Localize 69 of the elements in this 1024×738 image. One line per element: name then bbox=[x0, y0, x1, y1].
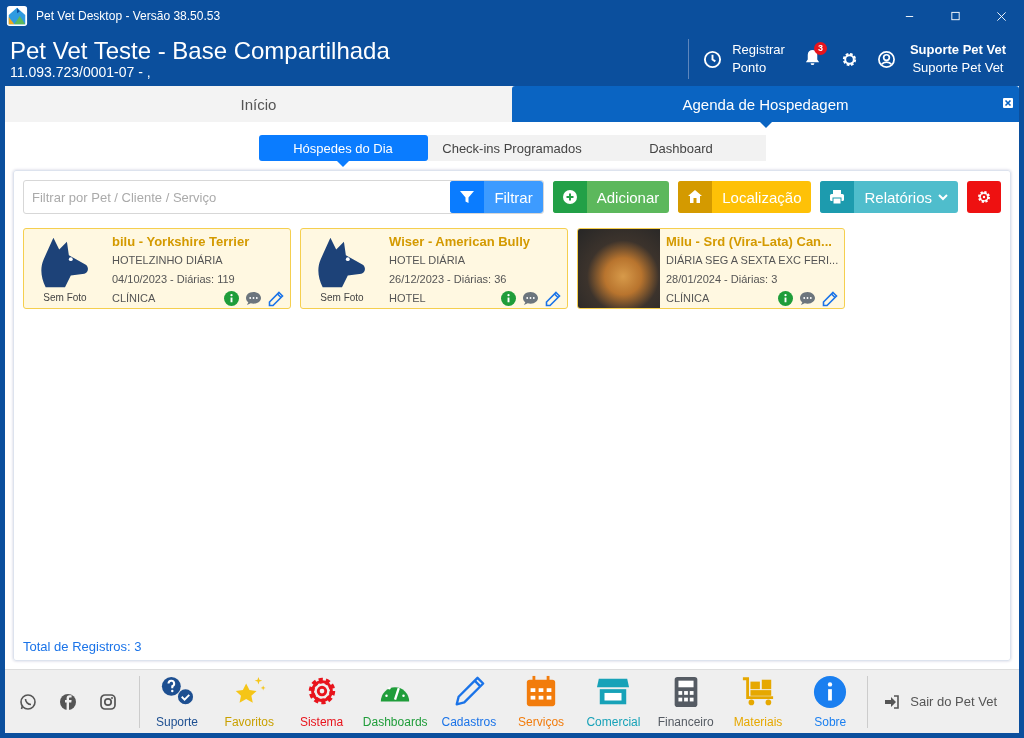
pencil-icon[interactable] bbox=[822, 290, 838, 307]
nav-label[interactable]: Financeiro bbox=[657, 714, 714, 729]
whatsapp-icon[interactable] bbox=[19, 692, 37, 711]
house-icon bbox=[687, 189, 704, 205]
clock-icon bbox=[703, 49, 723, 69]
category-label: CLÍNICA bbox=[666, 291, 711, 306]
reports-button[interactable]: Relatórios bbox=[820, 181, 958, 213]
maximize-icon[interactable] bbox=[949, 10, 961, 22]
info-icon[interactable] bbox=[224, 291, 239, 306]
printer-icon bbox=[829, 189, 846, 205]
guest-card[interactable]: Sem Foto Wiser - American Bully HOTEL DIÁRIA 26/12/2023 - Diárias: 36 HOTEL bbox=[300, 228, 568, 309]
user-icon[interactable] bbox=[876, 49, 896, 69]
total-records: Total de Registros: 3 bbox=[23, 639, 143, 656]
nav-label[interactable]: Sistema bbox=[299, 714, 344, 729]
gear-icon bbox=[976, 189, 992, 205]
info-icon[interactable] bbox=[778, 291, 793, 306]
pet-name: bilu - Yorkshire Terrier bbox=[112, 233, 251, 251]
nav-label[interactable]: Dashboards bbox=[362, 714, 428, 729]
category-label: CLÍNICA bbox=[112, 291, 157, 306]
info-icon[interactable] bbox=[813, 674, 848, 709]
user-name: Suporte Pet Vet bbox=[909, 41, 1006, 59]
plus-circle-icon bbox=[561, 189, 578, 205]
user-role: Suporte Pet Vet bbox=[912, 59, 1004, 77]
guest-card[interactable]: Sem Foto bilu - Yorkshire Terrier HOTELZINHO DIÁRIA 04/10/2023 - Diárias: 119 CLÍNICA bbox=[23, 228, 291, 309]
chat-icon[interactable] bbox=[522, 291, 539, 306]
stay-dates: 26/12/2023 - Diárias: 36 bbox=[389, 272, 508, 287]
sign-out-icon bbox=[884, 693, 901, 710]
app-logo-icon bbox=[6, 5, 28, 27]
filter-icon bbox=[459, 189, 476, 205]
category-label: HOTEL bbox=[389, 291, 427, 306]
subtab[interactable]: Dashboard bbox=[596, 135, 766, 161]
info-icon[interactable] bbox=[501, 291, 516, 306]
selected-pointer bbox=[337, 161, 349, 167]
service-name: DIÁRIA SEG A SEXTA EXC FERI... bbox=[666, 253, 840, 268]
service-name: HOTEL DIÁRIA bbox=[389, 253, 466, 268]
chat-icon[interactable] bbox=[799, 291, 816, 306]
chevron-down-icon bbox=[938, 193, 948, 201]
nav-label[interactable]: Favoritos bbox=[224, 714, 274, 729]
notification-badge: 3 bbox=[813, 41, 827, 55]
nav-label[interactable]: Sobre bbox=[814, 714, 847, 729]
stay-dates: 04/10/2023 - Diárias: 119 bbox=[112, 272, 236, 287]
guest-card[interactable]: Milu - Srd (Vira-Lata) Can... DIÁRIA SEG A SEXTA EXC FERI... 28/01/2024 - Diárias: 3 CLÍNICA bbox=[577, 228, 845, 309]
nav-label[interactable]: Cadastros bbox=[441, 714, 497, 729]
nav-label[interactable]: Suporte bbox=[156, 714, 198, 729]
tab[interactable]: Início bbox=[5, 86, 512, 122]
stay-dates: 28/01/2024 - Diárias: 3 bbox=[666, 272, 779, 287]
company-name: Pet Vet Teste - Base Compartilhada bbox=[10, 38, 391, 64]
filter-search-field[interactable]: Filtrar por Pet / Cliente / Serviço Filtrar bbox=[23, 180, 544, 214]
close-icon[interactable] bbox=[1003, 98, 1013, 108]
register-time-button[interactable]: Registrar Ponto bbox=[732, 41, 785, 77]
facebook-icon[interactable] bbox=[59, 692, 77, 711]
window-title: Pet Vet Desktop - Versão 38.50.53 bbox=[36, 9, 222, 23]
pet-name: Milu - Srd (Vira-Lata) Can... bbox=[666, 233, 833, 251]
add-button[interactable]: Adicionar bbox=[552, 181, 670, 213]
subtab[interactable]: Check-ins Programados bbox=[427, 135, 597, 161]
logout-button[interactable]: Sair do Pet Vet bbox=[868, 693, 1019, 710]
no-photo-caption: Sem Foto bbox=[320, 292, 364, 303]
service-name: HOTELZINHO DIÁRIA bbox=[112, 253, 224, 268]
subtab[interactable]: Hóspedes do Dia bbox=[258, 135, 428, 161]
no-photo-caption: Sem Foto bbox=[43, 292, 87, 303]
filter-button[interactable]: Filtrar bbox=[450, 181, 543, 213]
pencil-icon[interactable] bbox=[268, 290, 284, 307]
nav-label[interactable]: Serviços bbox=[518, 714, 565, 729]
instagram-icon[interactable] bbox=[99, 692, 117, 711]
pet-name: Wiser - American Bully bbox=[389, 233, 531, 251]
nav-label[interactable]: Comercial bbox=[586, 714, 641, 729]
chat-icon[interactable] bbox=[245, 291, 262, 306]
pencil-icon[interactable] bbox=[545, 290, 561, 307]
company-id: 11.093.723/0001-07 - , bbox=[10, 64, 152, 80]
